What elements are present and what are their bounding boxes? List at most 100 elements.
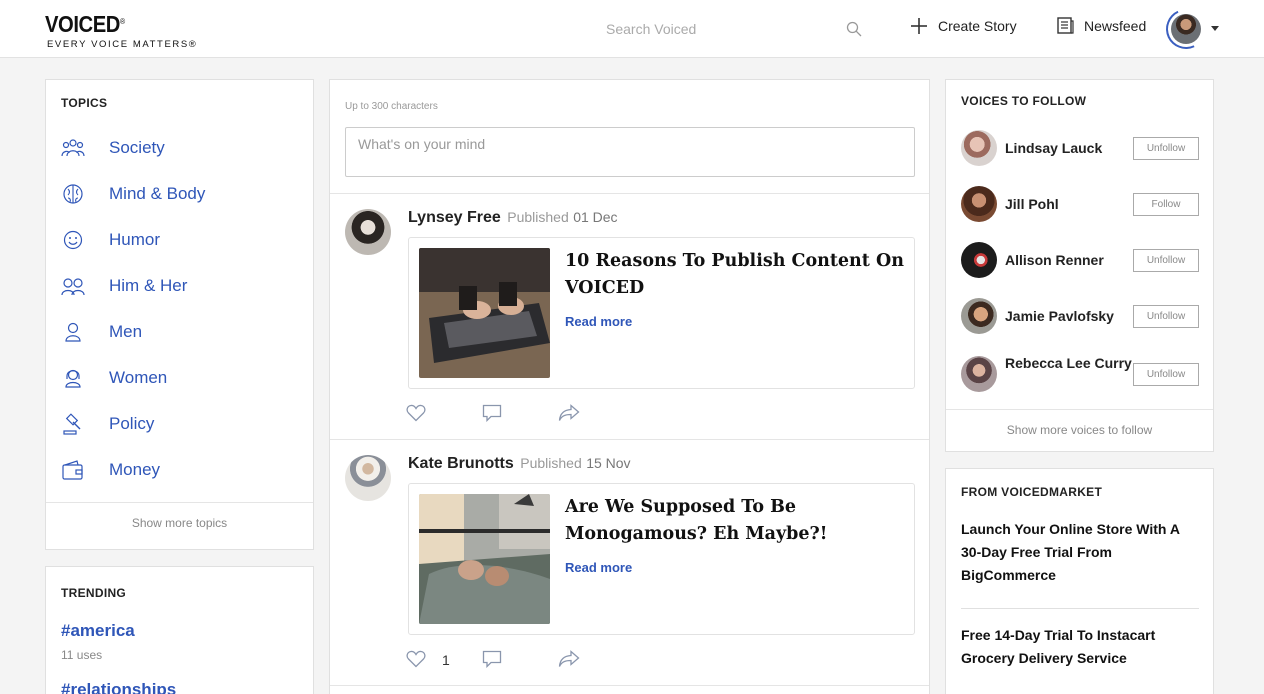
- search-input[interactable]: [598, 14, 868, 44]
- unfollow-button[interactable]: Unfollow: [1133, 305, 1199, 328]
- search-icon[interactable]: [846, 21, 862, 37]
- topic-item-humor[interactable]: Humor: [61, 226, 160, 254]
- author-avatar[interactable]: [345, 209, 391, 255]
- post-actions: [406, 404, 606, 424]
- read-more-link[interactable]: Read more: [565, 560, 632, 575]
- share-icon[interactable]: [558, 650, 580, 668]
- share-icon[interactable]: [558, 404, 580, 422]
- feed-card: Up to 300 characters Lynsey Free Publish…: [329, 79, 930, 694]
- voice-avatar[interactable]: [961, 186, 997, 222]
- unfollow-button[interactable]: Unfollow: [1133, 137, 1199, 160]
- avatar-image: [1171, 14, 1201, 44]
- topic-label: Society: [109, 138, 165, 157]
- topic-item-men[interactable]: Men: [61, 318, 142, 346]
- post-date: 15 Nov: [586, 455, 631, 471]
- topic-item-policy[interactable]: Policy: [61, 410, 154, 438]
- smile-icon: [61, 228, 85, 252]
- voice-name[interactable]: Jamie Pavlofsky: [1005, 306, 1114, 326]
- topic-label: Him & Her: [109, 276, 188, 295]
- comment-icon[interactable]: [482, 404, 502, 422]
- topic-item-him-her[interactable]: Him & Her: [61, 272, 187, 300]
- heart-icon[interactable]: [406, 650, 426, 668]
- voice-avatar[interactable]: [961, 130, 997, 166]
- topic-label: Humor: [109, 230, 161, 249]
- story-title: 10 Reasons To Publish Content On VOICED: [565, 251, 904, 298]
- post-author[interactable]: Lynsey Free: [408, 209, 501, 226]
- heart-icon[interactable]: [406, 404, 426, 422]
- comment-icon[interactable]: [482, 650, 502, 668]
- divider: [330, 685, 929, 686]
- voice-item: Rebecca Lee Curry Unfollow: [961, 353, 1199, 392]
- logo-mark: ®: [119, 17, 125, 26]
- brain-icon: [61, 182, 85, 206]
- story-image: [419, 248, 550, 378]
- post-date: 01 Dec: [573, 209, 618, 225]
- divider: [961, 608, 1199, 609]
- voice-name[interactable]: Jill Pohl: [1005, 194, 1059, 214]
- topics-title: TOPICS: [61, 96, 108, 110]
- topic-label: Women: [109, 368, 168, 387]
- trending-title: TRENDING: [61, 586, 127, 600]
- gavel-icon: [61, 412, 85, 436]
- unfollow-button[interactable]: Unfollow: [1133, 249, 1199, 272]
- published-label: Published: [520, 455, 582, 471]
- user-avatar[interactable]: [1160, 3, 1212, 55]
- voice-name[interactable]: Allison Renner: [1005, 250, 1104, 270]
- compose-textarea[interactable]: [345, 127, 915, 177]
- show-more-voices-link[interactable]: Show more voices to follow: [946, 409, 1213, 451]
- trending-tag[interactable]: #relationships: [61, 680, 176, 694]
- voice-avatar[interactable]: [961, 242, 997, 278]
- chevron-down-icon[interactable]: [1211, 26, 1219, 31]
- topic-item-money[interactable]: Money: [61, 456, 160, 484]
- feed-post: Lynsey Free Published 01 Dec 10 Reasons …: [330, 194, 929, 440]
- topic-label: Men: [109, 322, 143, 341]
- voice-item: Jamie Pavlofsky Unfollow: [961, 298, 1199, 334]
- author-avatar[interactable]: [345, 455, 391, 501]
- story-card[interactable]: 10 Reasons To Publish Content On VOICED …: [408, 237, 915, 389]
- trending-tag[interactable]: #america: [61, 621, 135, 641]
- topics-card: TOPICS Society Mind & Body Humor Him & H…: [45, 79, 314, 550]
- voices-title: VOICES TO FOLLOW: [961, 94, 1087, 108]
- voice-name[interactable]: Lindsay Lauck: [1005, 138, 1102, 158]
- topic-item-women[interactable]: Women: [61, 364, 167, 392]
- topic-item-mind-body[interactable]: Mind & Body: [61, 180, 205, 208]
- unfollow-button[interactable]: Unfollow: [1133, 363, 1199, 386]
- topic-label: Money: [109, 460, 161, 479]
- wallet-icon: [61, 458, 85, 482]
- post-meta: Kate Brunotts Published 15 Nov: [408, 455, 631, 473]
- voice-avatar[interactable]: [961, 356, 997, 392]
- newsfeed-button[interactable]: Newsfeed: [1057, 17, 1146, 34]
- plus-icon: [911, 18, 927, 34]
- search-bar: [598, 14, 868, 44]
- logo-text: VOICED: [45, 11, 120, 37]
- voice-item: Allison Renner Unfollow: [961, 242, 1199, 278]
- market-offer[interactable]: Free 14-Day Trial To Instacart Grocery D…: [961, 624, 1199, 670]
- show-more-topics-link[interactable]: Show more topics: [46, 502, 313, 549]
- people-group-icon: [61, 136, 85, 160]
- trending-card: TRENDING #america 11 uses #relationships: [45, 566, 314, 694]
- like-count: 1: [442, 652, 450, 668]
- topic-label: Mind & Body: [109, 184, 206, 203]
- story-card[interactable]: Are We Supposed To Be Monogamous? Eh May…: [408, 483, 915, 635]
- follow-button[interactable]: Follow: [1133, 193, 1199, 216]
- voice-item: Jill Pohl Follow: [961, 186, 1199, 222]
- woman-icon: [61, 366, 85, 390]
- post-actions: 1: [406, 650, 606, 670]
- voiced-logo[interactable]: VOICED® EVERY VOICE MATTERS®: [45, 12, 197, 50]
- post-meta: Lynsey Free Published 01 Dec: [408, 209, 618, 227]
- voice-avatar[interactable]: [961, 298, 997, 334]
- market-title: FROM VOICEDMARKET: [961, 485, 1103, 499]
- post-author[interactable]: Kate Brunotts: [408, 455, 514, 472]
- published-label: Published: [507, 209, 569, 225]
- create-story-button[interactable]: Create Story: [910, 17, 1017, 35]
- man-icon: [61, 320, 85, 344]
- compose-hint: Up to 300 characters: [345, 101, 438, 112]
- voices-card: VOICES TO FOLLOW Lindsay Lauck Unfollow …: [945, 79, 1214, 452]
- logo-tagline: EVERY VOICE MATTERS®: [47, 39, 198, 50]
- voice-name[interactable]: Rebecca Lee Curry: [1005, 353, 1135, 373]
- create-story-label: Create Story: [938, 18, 1017, 34]
- newsfeed-label: Newsfeed: [1084, 17, 1147, 34]
- read-more-link[interactable]: Read more: [565, 314, 632, 329]
- topic-item-society[interactable]: Society: [61, 134, 165, 162]
- market-offer[interactable]: Launch Your Online Store With A 30-Day F…: [961, 518, 1199, 587]
